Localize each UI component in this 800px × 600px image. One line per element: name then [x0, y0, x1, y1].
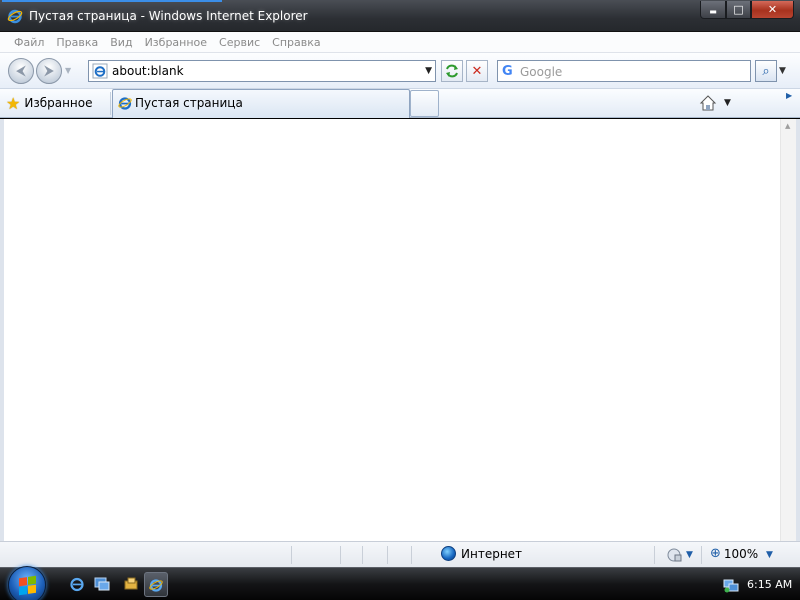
show-desktop-icon[interactable]: [93, 575, 111, 593]
status-separator: [654, 546, 655, 564]
window-frame-right: [796, 119, 800, 541]
tab-label: Пустая страница: [135, 96, 243, 110]
zoom-dropdown-icon[interactable]: ▼: [766, 550, 773, 560]
refresh-icon: [446, 64, 458, 78]
taskbar-ie-button[interactable]: [144, 572, 168, 597]
maximize-button[interactable]: □: [726, 1, 751, 19]
menu-bar: Файл Правка Вид Избранное Сервис Справка: [0, 32, 800, 53]
scroll-up-icon[interactable]: ▲: [785, 122, 790, 130]
protected-mode-dropdown-icon[interactable]: ▼: [686, 550, 693, 560]
status-separator: [340, 546, 341, 564]
internet-explorer-icon: [7, 9, 23, 24]
magnifier-icon: ⊕: [710, 546, 721, 561]
shield-lock-icon[interactable]: [666, 547, 682, 563]
search-options-dropdown-icon[interactable]: ▼: [779, 66, 786, 76]
back-button[interactable]: ⮜: [8, 58, 34, 84]
status-separator: [411, 546, 412, 564]
more-commands-icon[interactable]: ▶: [786, 91, 792, 100]
search-placeholder: Google: [520, 65, 563, 79]
switch-windows-icon[interactable]: [122, 575, 140, 593]
close-icon: ✕: [767, 3, 778, 16]
zone-label: Интернет: [461, 546, 523, 561]
favorites-separator: [110, 92, 111, 115]
favorites-label: Избранное: [24, 96, 93, 110]
back-arrow-icon: ⮜: [16, 63, 26, 79]
google-logo-icon: G: [502, 64, 513, 79]
status-separator: [291, 546, 292, 564]
windows-logo-icon: [19, 575, 36, 596]
search-icon: ⌕: [762, 63, 770, 79]
maximize-icon: □: [733, 3, 744, 16]
favorites-button[interactable]: ★ Избранное: [6, 92, 93, 114]
star-icon: ★: [6, 93, 21, 113]
stop-icon: ✕: [471, 63, 483, 79]
search-box[interactable]: G Google: [497, 60, 751, 82]
menu-edit[interactable]: Правка: [50, 36, 104, 49]
recent-pages-dropdown-icon[interactable]: ▼: [65, 66, 71, 75]
new-tab-button[interactable]: [410, 90, 439, 117]
tab-blank-page[interactable]: Пустая страница: [112, 89, 410, 118]
stop-button[interactable]: ✕: [466, 60, 488, 82]
home-dropdown-icon[interactable]: ▼: [724, 98, 731, 108]
menu-view[interactable]: Вид: [104, 36, 138, 49]
address-dropdown-icon[interactable]: ▼: [425, 66, 432, 76]
menu-tools[interactable]: Сервис: [213, 36, 266, 49]
forward-arrow-icon: ⮞: [43, 63, 55, 79]
quick-launch-ie-icon[interactable]: [68, 575, 86, 593]
address-bar[interactable]: about:blank ▼: [88, 60, 436, 82]
menu-favorites[interactable]: Избранное: [139, 36, 213, 49]
title-bar[interactable]: Пустая страница - Windows Internet Explo…: [0, 0, 800, 32]
menu-help[interactable]: Справка: [266, 36, 326, 49]
start-button[interactable]: [8, 566, 46, 600]
page-content[interactable]: [4, 119, 780, 541]
status-separator: [701, 546, 702, 564]
address-value: about:blank: [112, 64, 184, 78]
zoom-label: 100%: [723, 546, 759, 561]
menu-file[interactable]: Файл: [8, 36, 50, 49]
taskbar: 6:15 AM: [0, 566, 800, 600]
close-button[interactable]: ✕: [751, 1, 794, 19]
internet-explorer-taskbar-icon: [149, 579, 163, 592]
refresh-button[interactable]: [441, 60, 463, 82]
internet-explorer-tab-icon: [118, 97, 132, 110]
network-icon[interactable]: [723, 577, 739, 593]
minimize-button[interactable]: ▬: [700, 1, 726, 19]
clock[interactable]: 6:15 AM: [747, 578, 792, 591]
title-bar-accent: [2, 0, 222, 2]
window-title: Пустая страница - Windows Internet Explo…: [29, 9, 308, 23]
globe-icon: [441, 546, 456, 561]
vertical-scrollbar[interactable]: ▲: [780, 119, 796, 541]
security-zone[interactable]: Интернет: [441, 546, 522, 561]
home-icon[interactable]: [699, 94, 717, 112]
window-controls: ▬ □ ✕: [700, 1, 794, 19]
search-button[interactable]: ⌕: [755, 60, 777, 82]
navigation-bar: ⮜ ⮞ ▼ about:blank ▼ ✕ G Google ⌕ ▼: [0, 53, 800, 89]
internet-explorer-page-icon: [92, 63, 108, 79]
status-separator: [362, 546, 363, 564]
forward-button[interactable]: ⮞: [36, 58, 62, 84]
status-bar: Интернет ▼ ⊕ 100% ▼: [0, 541, 800, 567]
favorites-tab-bar: ★ Избранное Пустая страница ▼ ▶: [0, 89, 800, 118]
minimize-icon: ▬: [709, 7, 717, 16]
zoom-control[interactable]: ⊕ 100%: [710, 546, 758, 561]
status-separator: [387, 546, 388, 564]
